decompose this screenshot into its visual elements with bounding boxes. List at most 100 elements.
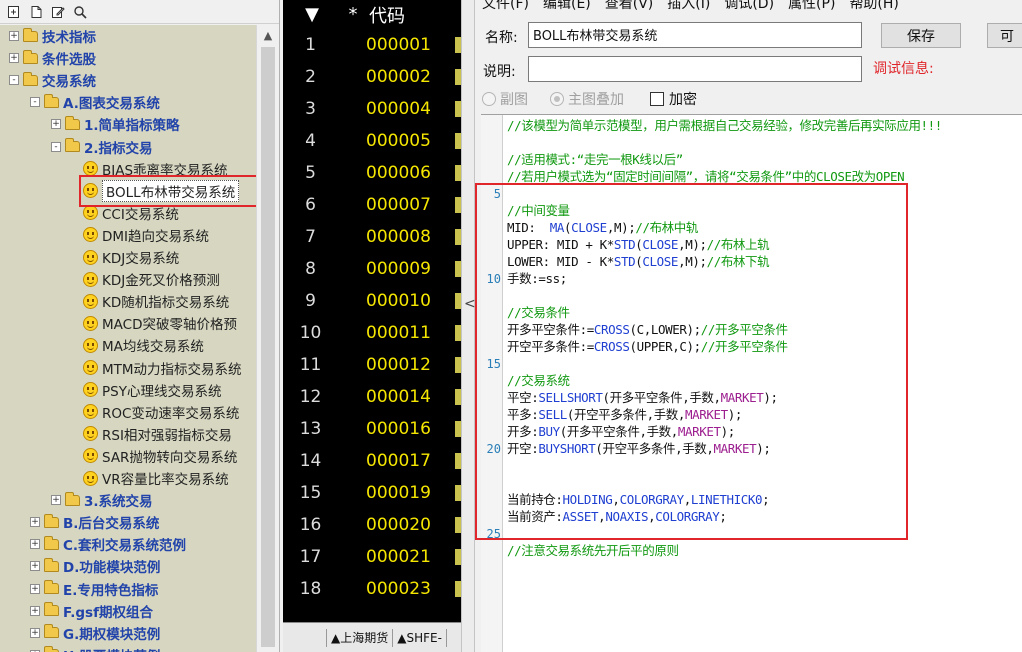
radio-sub-chart[interactable]: 副图 bbox=[482, 89, 528, 109]
panel-splitter[interactable]: < bbox=[461, 0, 476, 652]
tree-folder[interactable]: +3.系统交易 bbox=[51, 489, 153, 511]
code-text: (UPPER,C); bbox=[629, 339, 702, 354]
tree-folder[interactable]: + G.期权模块范例 bbox=[30, 622, 160, 644]
tree-item-system[interactable]: KDJ交易系统 bbox=[83, 246, 179, 268]
quote-row[interactable]: 11 000012 bbox=[283, 349, 461, 381]
tree-folder[interactable]: + D.功能模块范例 bbox=[30, 555, 160, 577]
menu-item[interactable]: 文件(F) bbox=[475, 0, 536, 13]
code-constant: MARKET bbox=[713, 441, 757, 456]
quote-row[interactable]: 12 000014 bbox=[283, 381, 461, 413]
tree-scrollbar[interactable]: ▲ bbox=[256, 25, 279, 652]
menu-item[interactable]: 插入(I) bbox=[660, 0, 717, 13]
expand-icon[interactable]: + bbox=[30, 605, 40, 616]
tree-folder[interactable]: + 技术指标 bbox=[9, 25, 96, 47]
encrypt-checkbox[interactable]: 加密 bbox=[650, 89, 697, 109]
tree-item-system[interactable]: CCI交易系统 bbox=[83, 202, 179, 224]
quote-row[interactable]: 17 000021 bbox=[283, 541, 461, 573]
tree-item-system[interactable]: MTM动力指标交易系统 bbox=[83, 357, 242, 379]
menu-item[interactable]: 查看(V) bbox=[598, 0, 661, 13]
quote-row[interactable]: 4 000005 bbox=[283, 125, 461, 157]
secondary-button[interactable]: 可 bbox=[987, 23, 1022, 48]
quote-row[interactable]: 6 000007 bbox=[283, 189, 461, 221]
quote-row[interactable]: 7 000008 bbox=[283, 221, 461, 253]
quote-row[interactable]: 2 000002 bbox=[283, 61, 461, 93]
expand-icon[interactable]: + bbox=[30, 627, 40, 638]
tree-folder[interactable]: + C.套利交易系统范例 bbox=[30, 533, 186, 555]
copy-icon[interactable] bbox=[28, 4, 43, 19]
quote-row[interactable]: 8 000009 bbox=[283, 253, 461, 285]
new-item-icon[interactable] bbox=[6, 4, 21, 19]
collapse-left-icon[interactable]: < bbox=[464, 296, 476, 312]
menu-item[interactable]: 帮助(H) bbox=[842, 0, 905, 13]
tree-folder[interactable]: - A.图表交易系统 bbox=[30, 91, 160, 113]
tree-folder[interactable]: + F.gsf期权组合 bbox=[30, 600, 153, 622]
tree-folder[interactable]: - 2.指标交易 bbox=[51, 136, 153, 158]
tree-item-system[interactable]: BOLL布林带交易系统 bbox=[83, 179, 240, 202]
collapse-icon[interactable]: - bbox=[9, 75, 19, 86]
quote-row[interactable]: 14 000017 bbox=[283, 445, 461, 477]
tab-scroll-area[interactable] bbox=[283, 628, 327, 647]
scroll-thumb[interactable] bbox=[261, 47, 275, 647]
menu-item[interactable]: 编辑(E) bbox=[536, 0, 598, 13]
quote-row[interactable]: 18 000023 bbox=[283, 573, 461, 605]
expand-icon[interactable]: + bbox=[9, 31, 19, 41]
menu-item[interactable]: 属性(P) bbox=[781, 0, 842, 13]
code-editor[interactable]: 5 10 15 20 25 //该模型为简单示范模型，用户需根据自己交易经验，修改完善后… bbox=[481, 114, 1022, 652]
expand-icon[interactable]: + bbox=[51, 119, 61, 130]
tree-folder[interactable]: - 交易系统 bbox=[9, 69, 96, 91]
quote-row[interactable]: 5 000006 bbox=[283, 157, 461, 189]
edit-icon[interactable] bbox=[50, 4, 65, 19]
quote-row[interactable]: 15 000019 bbox=[283, 477, 461, 509]
tree-folder[interactable]: +H.股票模块范例 bbox=[30, 644, 160, 652]
description-field[interactable] bbox=[528, 56, 862, 82]
scroll-up-icon[interactable]: ▲ bbox=[261, 29, 275, 43]
tree-folder[interactable]: + 条件选股 bbox=[9, 47, 96, 69]
tree-folder[interactable]: + B.后台交易系统 bbox=[30, 511, 159, 533]
expand-icon[interactable]: + bbox=[30, 539, 40, 550]
tree-item-system[interactable]: KDJ金死叉价格预测 bbox=[83, 268, 220, 290]
expand-icon[interactable]: + bbox=[9, 53, 19, 64]
sort-down-icon[interactable]: ▼ bbox=[283, 4, 341, 25]
name-field[interactable]: BOLL布林带交易系统 bbox=[528, 22, 862, 48]
tree-folder[interactable]: +1.简单指标策略 bbox=[51, 113, 180, 135]
tree-item-system[interactable]: SAR抛物转向交易系统 bbox=[83, 445, 237, 467]
star-column-header[interactable]: * bbox=[341, 4, 365, 25]
save-button[interactable]: 保存 bbox=[881, 23, 961, 48]
market-tab[interactable]: ▲上海期货 bbox=[327, 628, 394, 647]
smiley-icon bbox=[83, 205, 98, 221]
quote-row[interactable]: 1 000001 bbox=[283, 29, 461, 61]
tree-item-system[interactable]: BIAS乖离率交易系统 bbox=[83, 158, 228, 180]
tree-item-system[interactable]: RSI相对强弱指标交易 bbox=[83, 423, 232, 445]
quote-row[interactable]: 10 000011 bbox=[283, 317, 461, 349]
tree-item-system[interactable]: MACD突破零轴价格预 bbox=[83, 312, 237, 334]
tree-item-system[interactable]: DMI趋向交易系统 bbox=[83, 224, 209, 246]
collapse-icon[interactable]: - bbox=[30, 97, 40, 108]
expand-icon[interactable]: + bbox=[51, 495, 61, 506]
tree-item-label: 1.简单指标策略 bbox=[84, 118, 180, 135]
collapse-icon[interactable]: - bbox=[51, 141, 61, 152]
tree-item-label: BOLL布林带交易系统 bbox=[102, 179, 240, 202]
expand-icon[interactable]: + bbox=[30, 517, 40, 528]
tree-item-system[interactable]: KD随机指标交易系统 bbox=[83, 290, 229, 312]
radio-main-overlay-label: 主图叠加 bbox=[568, 92, 624, 108]
tree-folder[interactable]: + E.专用特色指标 bbox=[30, 578, 158, 600]
tree-item-system[interactable]: VR容量比率交易系统 bbox=[83, 467, 229, 489]
code-line: LOWER: MID - K*STD(CLOSE,M);//布林下轨 bbox=[507, 253, 770, 270]
menu-item[interactable]: 调试(D) bbox=[717, 0, 781, 13]
quote-row[interactable]: 16 000020 bbox=[283, 509, 461, 541]
quote-row[interactable]: 13 000016 bbox=[283, 413, 461, 445]
search-icon[interactable] bbox=[72, 4, 87, 19]
expand-icon[interactable]: + bbox=[30, 561, 40, 572]
radio-main-overlay[interactable]: 主图叠加 bbox=[550, 89, 624, 109]
quote-row[interactable]: 9 000010 bbox=[283, 285, 461, 317]
encrypt-label: 加密 bbox=[669, 92, 697, 108]
code-column-header[interactable]: 代码 bbox=[365, 2, 461, 28]
code-comment: //布林下轨 bbox=[706, 254, 770, 269]
quote-row[interactable]: 3 000004 bbox=[283, 93, 461, 125]
tree-item-system[interactable]: MA均线交易系统 bbox=[83, 334, 204, 356]
smiley-icon bbox=[83, 161, 98, 177]
market-tab[interactable]: ▲SHFE- bbox=[393, 628, 447, 647]
expand-icon[interactable]: + bbox=[30, 583, 40, 594]
tree-item-system[interactable]: ROC变动速率交易系统 bbox=[83, 401, 239, 423]
tree-item-system[interactable]: PSY心理线交易系统 bbox=[83, 379, 221, 401]
